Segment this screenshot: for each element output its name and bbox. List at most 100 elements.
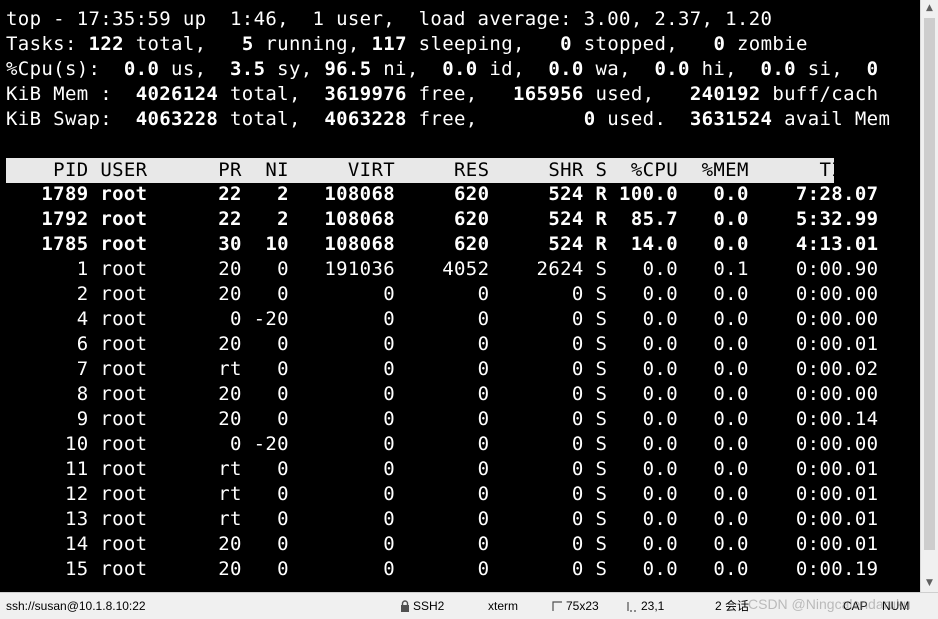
cell-time: 4:13.01 bbox=[748, 233, 879, 255]
cell-shr: 0 bbox=[489, 508, 584, 530]
cell-s: S bbox=[583, 383, 608, 405]
cpu-hi: 0.0 bbox=[654, 58, 690, 80]
cell-pid: 1 bbox=[6, 258, 89, 280]
cell-res: 620 bbox=[395, 208, 490, 230]
swap-free: 4063228 bbox=[324, 108, 407, 130]
cpu-ni-label: ni, bbox=[371, 58, 419, 80]
cell-virt: 0 bbox=[288, 433, 396, 455]
lock-icon bbox=[400, 600, 410, 616]
connection-address: ssh://susan@10.1.8.10:22 bbox=[6, 599, 146, 613]
table-row: 6 root 20 0 0 0 0 S 0.0 0.0 0:00.01 bbox=[6, 332, 878, 357]
table-row: 13 root rt 0 0 0 0 S 0.0 0.0 0:00.01 bbox=[6, 507, 878, 532]
cell-s: S bbox=[583, 308, 608, 330]
cell-time: 0:00.01 bbox=[748, 483, 879, 505]
table-row: 1792 root 22 2 108068 620 524 R 85.7 0.0… bbox=[6, 207, 878, 232]
cell-pr: 20 bbox=[147, 333, 242, 355]
cursor-position-status: 23,1 bbox=[627, 598, 664, 616]
table-row: 9 root 20 0 0 0 0 S 0.0 0.0 0:00.14 bbox=[6, 407, 878, 432]
cell-virt: 0 bbox=[288, 408, 396, 430]
cell-virt: 0 bbox=[288, 333, 396, 355]
cell-user: root bbox=[88, 458, 148, 480]
cell-pid: 1789 bbox=[6, 183, 89, 205]
cell-res: 0 bbox=[395, 283, 490, 305]
cell-time: 7:28.07 bbox=[748, 183, 879, 205]
cell-res: 620 bbox=[395, 183, 490, 205]
cell-virt: 0 bbox=[288, 308, 396, 330]
mem-buff: 240192 bbox=[689, 83, 761, 105]
cell-user: root bbox=[88, 383, 148, 405]
column-header-cpu: %CPU bbox=[607, 159, 678, 181]
cell-ni: 0 bbox=[241, 358, 289, 380]
cell-shr: 524 bbox=[489, 233, 584, 255]
cell-mem: 0.0 bbox=[678, 458, 749, 480]
cell-user: root bbox=[88, 258, 148, 280]
cell-pid: 9 bbox=[6, 408, 89, 430]
cell-pr: 20 bbox=[147, 558, 242, 580]
cell-res: 0 bbox=[395, 458, 490, 480]
tasks-running-label: running, bbox=[253, 33, 360, 55]
tasks-total-label: total, bbox=[123, 33, 207, 55]
column-header-user: USER bbox=[88, 159, 148, 181]
swap-avail: 3631524 bbox=[689, 108, 773, 130]
column-header-shr: SHR bbox=[489, 159, 584, 181]
cell-time: 0:00.00 bbox=[748, 283, 879, 305]
scroll-up-arrow-icon[interactable]: ▲ bbox=[921, 0, 938, 17]
cell-res: 0 bbox=[395, 333, 490, 355]
cell-res: 0 bbox=[395, 308, 490, 330]
cpu-us: 0.0 bbox=[123, 58, 160, 80]
column-header-virt: VIRT bbox=[288, 159, 396, 181]
cell-cpu: 85.7 bbox=[607, 208, 678, 230]
vertical-scrollbar[interactable]: ▲ ▼ bbox=[920, 0, 938, 592]
cell-cpu: 0.0 bbox=[607, 383, 678, 405]
cell-cpu: 0.0 bbox=[607, 433, 678, 455]
cell-ni: 0 bbox=[241, 508, 289, 530]
cell-virt: 0 bbox=[288, 283, 396, 305]
cell-cpu: 0.0 bbox=[607, 308, 678, 330]
cell-cpu: 0.0 bbox=[607, 483, 678, 505]
cell-s: S bbox=[583, 433, 608, 455]
cell-user: root bbox=[88, 533, 148, 555]
terminal-size-status: 75x23 bbox=[552, 598, 599, 616]
mem-free: 3619976 bbox=[324, 83, 407, 105]
cpu-st: 0 bbox=[866, 58, 879, 80]
tasks-stopped: 0 bbox=[560, 33, 572, 55]
cell-res: 0 bbox=[395, 408, 490, 430]
cell-shr: 0 bbox=[489, 483, 584, 505]
column-header-mem: %MEM bbox=[678, 159, 749, 181]
cell-cpu: 0.0 bbox=[607, 533, 678, 555]
tasks-label: Tasks: bbox=[6, 33, 77, 55]
cpu-id: 0.0 bbox=[442, 58, 478, 80]
cell-shr: 524 bbox=[489, 208, 584, 230]
cell-ni: 0 bbox=[241, 483, 289, 505]
cell-mem: 0.1 bbox=[678, 258, 749, 280]
cell-mem: 0.0 bbox=[678, 383, 749, 405]
cell-cpu: 0.0 bbox=[607, 558, 678, 580]
cell-pid: 8 bbox=[6, 383, 89, 405]
cell-cpu: 0.0 bbox=[607, 358, 678, 380]
cell-cpu: 0.0 bbox=[607, 283, 678, 305]
terminal-screen[interactable]: top - 17:35:59 up 1:46, 1 user, load ave… bbox=[0, 0, 920, 592]
cell-pid: 14 bbox=[6, 533, 89, 555]
cell-time: 0:00.01 bbox=[748, 533, 879, 555]
cell-pr: 20 bbox=[147, 533, 242, 555]
scrollbar-thumb[interactable] bbox=[924, 18, 935, 550]
cell-mem: 0.0 bbox=[678, 483, 749, 505]
cell-shr: 0 bbox=[489, 433, 584, 455]
table-row: 1 root 20 0 191036 4052 2624 S 0.0 0.1 0… bbox=[6, 257, 878, 282]
table-row: 2 root 20 0 0 0 0 S 0.0 0.0 0:00.00 bbox=[6, 282, 878, 307]
cell-res: 4052 bbox=[395, 258, 490, 280]
cell-virt: 108068 bbox=[288, 183, 396, 205]
cell-shr: 0 bbox=[489, 358, 584, 380]
column-header-ni: NI bbox=[241, 159, 289, 181]
table-row: 1789 root 22 2 108068 620 524 R 100.0 0.… bbox=[6, 182, 878, 207]
cpu-wa-label: wa, bbox=[583, 58, 631, 80]
cpu-sy-label: sy, bbox=[265, 58, 313, 80]
swap-used-label: used. bbox=[595, 108, 667, 130]
cell-ni: -20 bbox=[241, 308, 289, 330]
cell-time: 0:00.02 bbox=[748, 358, 879, 380]
cell-user: root bbox=[88, 183, 148, 205]
cell-pid: 11 bbox=[6, 458, 89, 480]
cursor-position: 23,1 bbox=[641, 599, 665, 613]
cell-time: 5:32.99 bbox=[748, 208, 879, 230]
scroll-down-arrow-icon[interactable]: ▼ bbox=[921, 575, 938, 592]
